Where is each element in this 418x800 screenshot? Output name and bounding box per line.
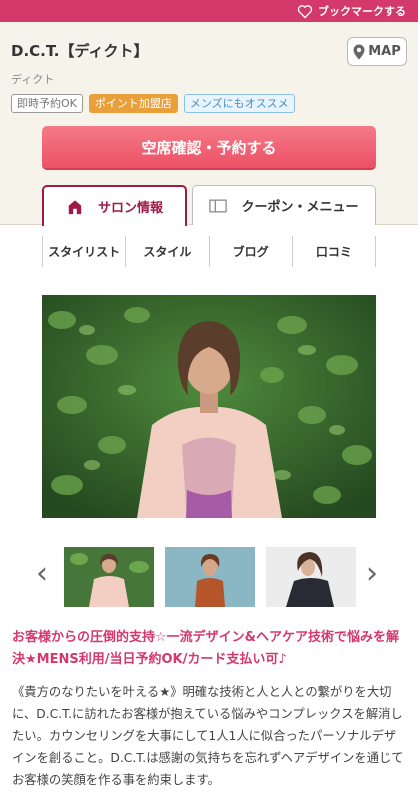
reserve-button[interactable]: 空席確認・予約する (42, 126, 376, 168)
carousel-prev-button[interactable]: ‹ (36, 559, 48, 589)
top-bar: ブックマークする (0, 0, 418, 22)
subnav-stylist[interactable]: スタイリスト (42, 236, 125, 267)
carousel-thumb-2[interactable] (165, 547, 255, 607)
carousel-thumb-1[interactable] (64, 547, 154, 607)
feature-tags: 即時予約OK ポイント加盟店 メンズにもオススメ (11, 94, 295, 113)
subnav-reviews[interactable]: 口コミ (291, 236, 376, 267)
bookmark-button[interactable]: ブックマークする (297, 2, 406, 20)
salon-name: D.C.T.【ディクト】 (11, 42, 149, 60)
subnav-style[interactable]: スタイル (125, 236, 208, 267)
tab-coupon-menu[interactable]: クーポン・メニュー (192, 185, 376, 225)
tab-salon-info[interactable]: サロン情報 (42, 185, 187, 226)
carousel-next-button[interactable]: › (366, 559, 378, 589)
photo-carousel: ‹ › (0, 547, 418, 607)
tag-mens-recommended: メンズにもオススメ (183, 94, 295, 113)
salon-description: 《貴方のなりたいを叶える★》明確な技術と人と人との繋がりを大切に、D.C.T.に… (12, 685, 404, 787)
subnav-blog[interactable]: ブログ (208, 236, 292, 267)
home-icon (68, 199, 82, 214)
bookmark-label: ブックマークする (318, 5, 406, 18)
tag-instant-booking: 即時予約OK (11, 94, 83, 113)
tab-coupon-menu-label: クーポン・メニュー (241, 200, 359, 215)
heart-outline-icon (297, 4, 313, 18)
map-pin-icon (353, 44, 365, 59)
catch-copy: お客様からの圧倒的支持☆一流デザイン&ヘアケア技術で悩みを解決★MENS利用/当… (12, 630, 399, 667)
coupon-book-icon (209, 199, 228, 212)
salon-subnav: スタイリスト スタイル ブログ 口コミ (42, 236, 376, 267)
salon-kana: ディクト (11, 73, 55, 86)
map-button[interactable]: MAP (347, 37, 407, 66)
hero-photo (42, 295, 376, 518)
salon-header: D.C.T.【ディクト】 ディクト MAP 即時予約OK ポイント加盟店 メンズ… (0, 22, 418, 226)
tab-salon-info-label: サロン情報 (97, 201, 163, 216)
tag-point-member: ポイント加盟店 (88, 94, 178, 113)
map-label: MAP (368, 44, 401, 59)
carousel-thumb-3[interactable] (266, 547, 356, 607)
